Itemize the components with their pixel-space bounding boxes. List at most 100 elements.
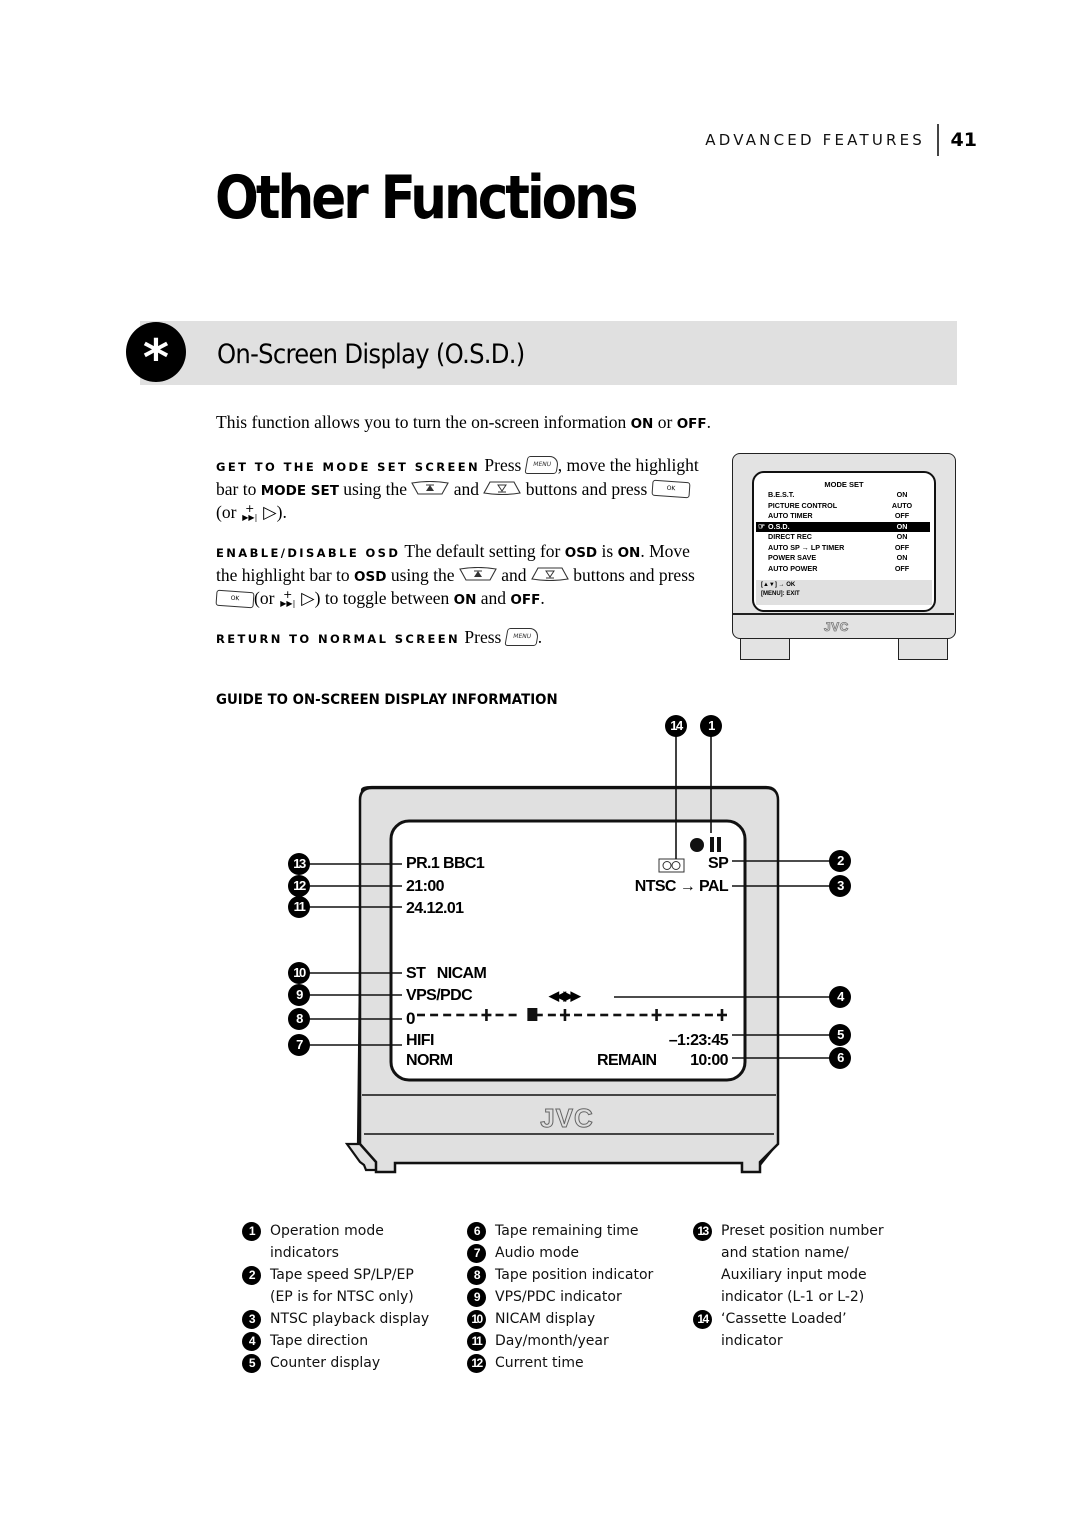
callout-8: 8 bbox=[288, 1008, 310, 1030]
cassette-reel-left bbox=[662, 861, 672, 870]
legend-text: Audio mode bbox=[495, 1245, 579, 1261]
legend-item-9: 9 VPS/PDC indicator bbox=[467, 1286, 653, 1308]
legend-text: Current time bbox=[495, 1355, 584, 1371]
osd-remain-label: REMAIN bbox=[597, 1052, 657, 1069]
tape-position-marker bbox=[527, 1008, 538, 1021]
step-text: The default setting for bbox=[400, 541, 565, 561]
legend-text: NTSC playback display bbox=[270, 1311, 430, 1327]
step-text: ▷) to toggle between bbox=[296, 588, 454, 608]
legend-item-8: 8 Tape position indicator bbox=[467, 1264, 653, 1286]
intro-text: This function allows you to turn the on-… bbox=[216, 412, 631, 432]
legend-item-5: 5 Counter display bbox=[242, 1352, 429, 1374]
tv-panel-line bbox=[732, 613, 954, 615]
legend-column-2: 6 Tape remaining time 7 Audio mode 8 Tape p… bbox=[467, 1220, 653, 1374]
legend-text: Auxiliary input mode bbox=[721, 1267, 867, 1283]
step-text: buttons and press bbox=[568, 564, 695, 585]
callout-3: 3 bbox=[829, 875, 851, 897]
menu-value: OFF bbox=[894, 542, 910, 552]
intro-or: or bbox=[653, 412, 677, 432]
menu-label: B.E.S.T. bbox=[768, 490, 795, 499]
osd-station: PR.1 BBC1 bbox=[406, 855, 485, 872]
legend-number: 10 bbox=[467, 1310, 486, 1329]
step-text: ▷). bbox=[258, 502, 287, 522]
page-number: 41 bbox=[950, 129, 977, 151]
step-text: Press bbox=[480, 455, 526, 475]
menu-value: OFF bbox=[894, 563, 910, 573]
step-text: and bbox=[449, 478, 484, 499]
osd-nicam: ST NICAM bbox=[406, 965, 487, 982]
guide-heading: GUIDE TO ON-SCREEN DISPLAY INFORMATION bbox=[216, 692, 558, 708]
step-text: Press bbox=[460, 627, 506, 647]
legend-number: 9 bbox=[467, 1288, 486, 1307]
intro-paragraph: This function allows you to turn the on-… bbox=[216, 412, 711, 436]
menu-row-best: B.E.S.T. ON bbox=[768, 490, 928, 501]
legend-item-11: 11 Day/month/year bbox=[467, 1330, 653, 1352]
callout-1: 1 bbox=[700, 715, 722, 737]
step-bold: ON bbox=[453, 592, 477, 608]
menu-key-icon: MENU bbox=[524, 455, 560, 474]
legend-number: 1 bbox=[242, 1222, 261, 1241]
step-text: (or bbox=[216, 502, 241, 522]
fast-forward-plus-icon: + ▶▶| bbox=[279, 589, 297, 608]
callout-5: 5 bbox=[829, 1024, 851, 1046]
down-key-icon bbox=[531, 567, 569, 582]
up-key-icon bbox=[411, 481, 450, 496]
jvc-logo: JVC bbox=[540, 1103, 594, 1133]
menu-value: AUTO bbox=[891, 500, 913, 510]
osd-vps-pdc: VPS/PDC bbox=[406, 987, 473, 1004]
menu-row-auto-sp-lp-timer: AUTO SP → LP TIMER OFF bbox=[768, 543, 928, 554]
legend-text: Counter display bbox=[270, 1355, 381, 1371]
section-name: ADVANCED FEATURES bbox=[705, 131, 926, 149]
pause-icon-bar1 bbox=[710, 837, 714, 852]
menu-value: ON bbox=[896, 490, 908, 499]
step-text: . bbox=[537, 627, 543, 647]
menu-hint: [▲▼] → OK [MENU]: EXIT bbox=[756, 580, 932, 605]
step-enable-disable-osd: ENABLE/DISABLE OSD The default setting f… bbox=[215, 541, 706, 612]
menu-row-power-save: POWER SAVE ON bbox=[768, 553, 928, 564]
legend-number: 6 bbox=[467, 1222, 486, 1241]
legend-item-13: 13 Preset position number and station name… bbox=[693, 1220, 884, 1308]
cassette-reel-right bbox=[671, 861, 681, 870]
step-return-to-normal: RETURN TO NORMAL SCREEN Press MENU. bbox=[216, 627, 706, 651]
step-text: . bbox=[540, 588, 545, 608]
step-text: is bbox=[597, 541, 618, 561]
mode-set-title: MODE SET bbox=[824, 480, 864, 489]
menu-row-osd-highlighted: ☞ O.S.D. ON bbox=[756, 521, 930, 532]
header-divider bbox=[937, 124, 939, 156]
step-bold: OSD bbox=[564, 545, 598, 561]
legend-item-3: 3 NTSC playback display bbox=[242, 1308, 429, 1330]
menu-value: ON bbox=[896, 532, 908, 541]
legend-item-14: 14 ‘Cassette Loaded’ indicator bbox=[693, 1308, 884, 1352]
osd-remain-value: 10:00 bbox=[690, 1052, 729, 1069]
step-text: (or bbox=[254, 588, 279, 608]
menu-label: O.S.D. bbox=[768, 521, 790, 531]
legend-number: 14 bbox=[693, 1310, 712, 1329]
down-key-icon bbox=[483, 481, 522, 496]
legend-text: Day/month/year bbox=[495, 1333, 609, 1349]
step-text: and bbox=[476, 588, 511, 608]
menu-row-direct-rec: DIRECT REC ON bbox=[768, 532, 928, 543]
menu-value: OFF bbox=[894, 511, 910, 520]
legend-item-10: 10 NICAM display bbox=[467, 1308, 653, 1330]
legend-number: 4 bbox=[242, 1332, 261, 1351]
callout-2: 2 bbox=[829, 850, 851, 872]
tape-scale-start: 0 bbox=[406, 1009, 415, 1028]
osd-time: 21:00 bbox=[406, 878, 445, 895]
legend-text: Tape speed SP/LP/EP bbox=[270, 1267, 414, 1283]
cassette-icon bbox=[658, 858, 685, 873]
callout-12: 12 bbox=[288, 875, 310, 897]
legend-text: ‘Cassette Loaded’ bbox=[721, 1311, 847, 1327]
tv-foot-left bbox=[740, 639, 790, 660]
menu-label: POWER SAVE bbox=[768, 553, 817, 562]
callout-14: 14 bbox=[665, 715, 687, 737]
asterisk-icon: * bbox=[126, 322, 186, 383]
ok-key-icon: OK bbox=[215, 589, 255, 609]
tape-direction-icon: ◀◀ ▶▶ bbox=[549, 988, 581, 1003]
jvc-logo: JVC bbox=[824, 620, 849, 635]
pause-icon-bar2 bbox=[717, 837, 721, 852]
pointer-hand-icon: ☞ bbox=[758, 521, 766, 531]
legend-number: 7 bbox=[467, 1244, 486, 1263]
intro-on: ON bbox=[630, 416, 654, 432]
legend-text: VPS/PDC indicator bbox=[495, 1289, 622, 1305]
record-icon bbox=[690, 838, 704, 852]
